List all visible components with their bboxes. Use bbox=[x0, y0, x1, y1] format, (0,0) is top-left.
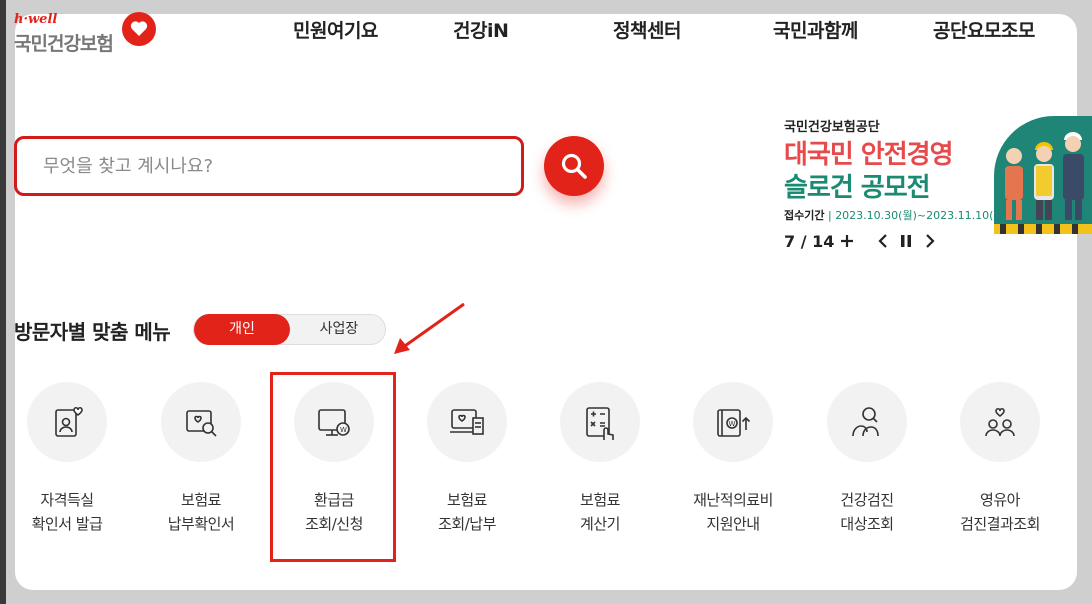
label-line-1: 자격득실 bbox=[40, 491, 94, 509]
label-line-2: 대상조회 bbox=[840, 515, 894, 533]
nav-item-minwon[interactable]: 민원여기요 bbox=[293, 16, 378, 43]
banner-prev-button[interactable] bbox=[872, 230, 894, 252]
quick-menu-infant-checkup[interactable]: 영유아검진결과조회 bbox=[935, 382, 1065, 536]
quick-menu-label: 자격득실확인서 발급 bbox=[2, 488, 132, 536]
nav-item-policy-center[interactable]: 정책센터 bbox=[613, 16, 681, 43]
label-line-1: 보험료 bbox=[580, 491, 620, 509]
nav-item-with-people[interactable]: 국민과함께 bbox=[773, 16, 858, 43]
nav-item-health-in[interactable]: 건강iN bbox=[453, 16, 509, 43]
banner-pause-button[interactable] bbox=[895, 230, 917, 252]
quick-menu-payment-cert[interactable]: 보험료납부확인서 bbox=[136, 382, 266, 536]
label-line-2: 지원안내 bbox=[706, 515, 760, 533]
label-line-1: 영유아 bbox=[980, 491, 1020, 509]
quick-menu-circle bbox=[161, 382, 241, 462]
label-line-2: 조회/신청 bbox=[305, 515, 363, 533]
family-heart-icon bbox=[985, 407, 1015, 437]
search-box bbox=[14, 136, 524, 196]
toggle-business[interactable]: 사업장 bbox=[292, 315, 386, 344]
quick-menu-circle: W bbox=[294, 382, 374, 462]
card-search-icon bbox=[186, 410, 217, 437]
quick-menu-circle bbox=[427, 382, 507, 462]
calculator-hand-icon bbox=[586, 407, 614, 440]
search-icon bbox=[561, 153, 587, 179]
quick-menu-label: 보험료납부확인서 bbox=[136, 488, 266, 536]
monitor-won-icon: W bbox=[318, 409, 350, 436]
logo-name: 국민건강보험 bbox=[14, 33, 114, 55]
person-card-heart-icon bbox=[55, 406, 83, 437]
banner-title-2[interactable]: 슬로건 공모전 bbox=[784, 167, 931, 204]
quick-menu-refund[interactable]: W 환급금조회/신청 bbox=[269, 382, 399, 536]
quick-menu-label: 건강검진대상조회 bbox=[802, 488, 932, 536]
site-logo[interactable]: h·well 국민건강보험 bbox=[14, 12, 164, 56]
nav-item-about[interactable]: 공단요모조모 bbox=[933, 16, 1035, 43]
quick-menu-label: 영유아검진결과조회 bbox=[935, 488, 1065, 536]
quick-menu-circle bbox=[827, 382, 907, 462]
pause-icon bbox=[901, 235, 911, 247]
quick-menu-catastrophic-medical[interactable]: W 재난적의료비지원안내 bbox=[668, 382, 798, 536]
label-line-1: 환급금 bbox=[314, 491, 354, 509]
banner-title-1[interactable]: 대국민 안전경영 bbox=[784, 134, 953, 171]
quick-menu-circle: W bbox=[693, 382, 773, 462]
plus-icon bbox=[841, 235, 853, 247]
annotation-arrow-icon bbox=[394, 302, 465, 354]
quick-menu-label: 보험료계산기 bbox=[535, 488, 665, 536]
label-line-2: 확인서 발급 bbox=[31, 515, 103, 533]
label-line-1: 보험료 bbox=[447, 491, 487, 509]
quick-menu-qualification[interactable]: 자격득실확인서 발급 bbox=[2, 382, 132, 536]
banner-plus-button[interactable] bbox=[836, 230, 858, 252]
banner-next-button[interactable] bbox=[919, 230, 941, 252]
book-won-arrow-icon: W bbox=[717, 409, 751, 437]
quick-menu-label: 보험료조회/납부 bbox=[402, 488, 532, 536]
label-line-1: 보험료 bbox=[181, 491, 221, 509]
banner-period: 접수기간 | 2023.10.30(월)~2023.11.10(금) bbox=[784, 209, 1008, 222]
quick-menu-label: 재난적의료비지원안내 bbox=[668, 488, 798, 536]
banner-period-label: 접수기간 bbox=[784, 209, 825, 222]
label-line-2: 계산기 bbox=[580, 515, 620, 533]
label-line-1: 재난적의료비 bbox=[693, 491, 773, 509]
label-line-2: 검진결과조회 bbox=[960, 515, 1040, 533]
label-line-2: 조회/납부 bbox=[438, 515, 496, 533]
label-line-1: 건강검진 bbox=[840, 491, 894, 509]
heart-logo-icon bbox=[122, 12, 156, 46]
quick-menu-premium-payment[interactable]: 보험료조회/납부 bbox=[402, 382, 532, 536]
quick-menu-premium-calculator[interactable]: 보험료계산기 bbox=[535, 382, 665, 536]
quick-menu-circle bbox=[27, 382, 107, 462]
laptop-receipt-icon bbox=[450, 409, 484, 435]
toggle-individual[interactable]: 개인 bbox=[194, 314, 290, 345]
banner-org: 국민건강보험공단 bbox=[784, 120, 880, 135]
quick-menu-circle bbox=[560, 382, 640, 462]
custom-menu-title: 방문자별 맞춤 메뉴 bbox=[14, 320, 171, 344]
quick-menu-circle bbox=[960, 382, 1040, 462]
people-search-icon bbox=[852, 407, 879, 437]
chevron-right-icon bbox=[926, 234, 935, 248]
logo-brand: h·well bbox=[14, 12, 58, 27]
banner-counter: 7 / 14 bbox=[784, 232, 835, 251]
search-button[interactable] bbox=[544, 136, 604, 196]
chevron-left-icon bbox=[878, 234, 887, 248]
visitor-type-toggle: 개인 사업장 bbox=[193, 314, 386, 345]
quick-menu-health-checkup[interactable]: 건강검진대상조회 bbox=[802, 382, 932, 536]
svg-text:W: W bbox=[729, 420, 736, 428]
label-line-2: 납부확인서 bbox=[167, 515, 235, 533]
search-input[interactable] bbox=[43, 153, 483, 179]
banner-period-dates: 2023.10.30(월)~2023.11.10(금) bbox=[835, 209, 1008, 222]
quick-menu-label: 환급금조회/신청 bbox=[269, 488, 399, 536]
svg-text:W: W bbox=[340, 426, 347, 434]
